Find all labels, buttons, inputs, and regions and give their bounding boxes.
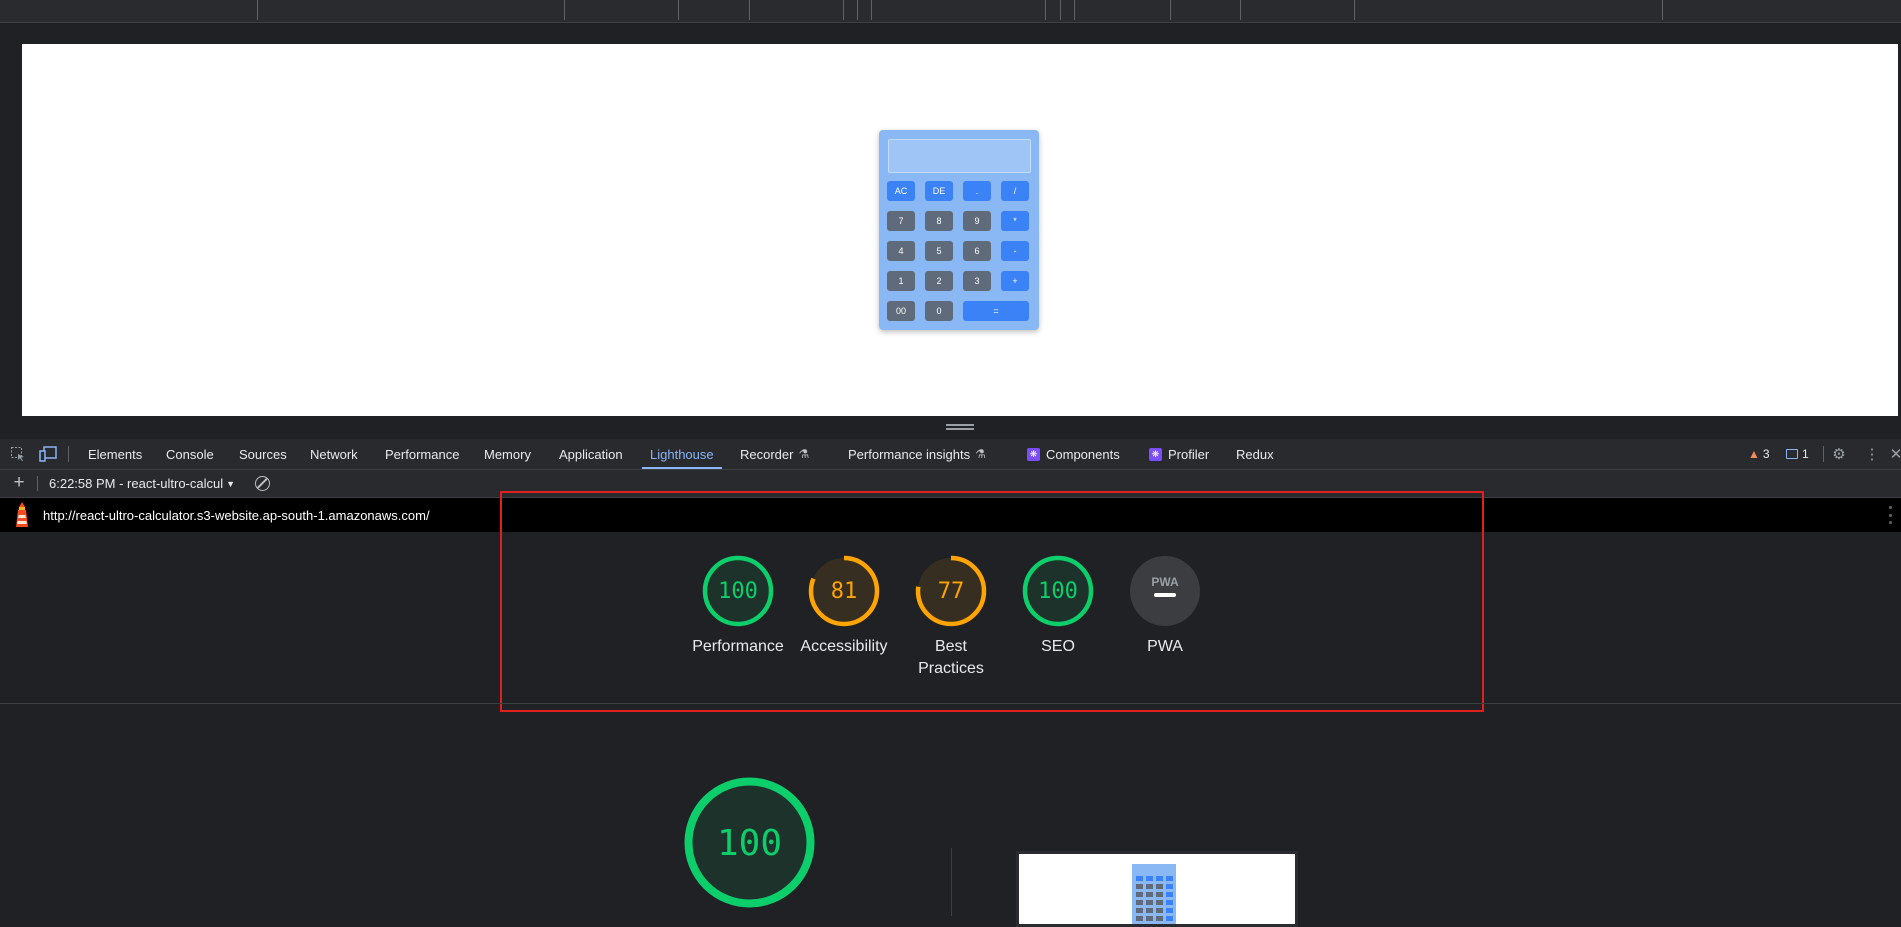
calc-key[interactable]: 00 xyxy=(887,301,915,321)
messages-counter[interactable]: 1 xyxy=(1786,439,1809,469)
thumbnail-key xyxy=(1146,916,1153,921)
tab-application[interactable]: Application xyxy=(559,439,623,469)
ruler-strip xyxy=(0,0,1901,23)
thumbnail-key xyxy=(1136,916,1143,921)
thumbnail-key xyxy=(1146,884,1153,889)
react-icon: ❋ xyxy=(1027,447,1040,461)
thumbnail-key xyxy=(1156,884,1163,889)
calc-key[interactable]: / xyxy=(1001,181,1029,201)
thumbnail-key xyxy=(1166,892,1173,897)
calc-key[interactable]: 1 xyxy=(887,271,915,291)
calc-key[interactable]: 0 xyxy=(925,301,953,321)
message-icon xyxy=(1786,449,1798,459)
tab-redux[interactable]: Redux xyxy=(1236,439,1274,469)
thumbnail-key xyxy=(1146,900,1153,905)
thumbnail-key xyxy=(1136,884,1143,889)
column-divider xyxy=(951,848,952,916)
thumbnail-key xyxy=(1146,876,1153,881)
thumbnail-key xyxy=(1166,916,1173,921)
audited-url-link[interactable]: http://react-ultro-calculator.s3-website… xyxy=(43,498,430,532)
tab-memory[interactable]: Memory xyxy=(484,439,531,469)
react-icon: ❋ xyxy=(1149,447,1162,461)
tab-performance[interactable]: Performance xyxy=(385,439,459,469)
thumbnail-key xyxy=(1156,900,1163,905)
main-score-value: 100 xyxy=(717,823,782,864)
settings-gear-icon[interactable]: ⚙ xyxy=(1829,444,1849,464)
thumbnail-key xyxy=(1146,908,1153,913)
calc-key[interactable]: AC xyxy=(887,181,915,201)
more-options-icon[interactable]: ⋮ xyxy=(1862,444,1882,464)
experiment-flask-icon: ⚗ xyxy=(975,447,986,461)
calc-key[interactable]: 9 xyxy=(963,211,991,231)
tab-recorder[interactable]: Recorder ⚗ xyxy=(740,439,809,469)
tab-components[interactable]: ❋ Components xyxy=(1027,439,1120,469)
thumbnail-key xyxy=(1156,892,1163,897)
page-viewport: AC DE./7 8 9 * 4 5 6-1 2 3 +00 0 = xyxy=(22,44,1898,416)
annotation-highlight-box xyxy=(500,491,1484,712)
thumbnail-key xyxy=(1136,892,1143,897)
calc-key[interactable]: - xyxy=(1001,241,1029,261)
thumbnail-key xyxy=(1166,900,1173,905)
thumbnail-key xyxy=(1136,900,1143,905)
calc-key[interactable]: . xyxy=(963,181,991,201)
tab-sources[interactable]: Sources xyxy=(239,439,287,469)
calc-key[interactable]: 6 xyxy=(963,241,991,261)
report-selector[interactable]: 6:22:58 PM - react-ultro-calcul ▼ xyxy=(49,470,235,497)
thumbnail-key xyxy=(1156,876,1163,881)
calc-key[interactable]: 3 xyxy=(963,271,991,291)
thumbnail-key xyxy=(1166,908,1173,913)
thumbnail-key xyxy=(1136,876,1143,881)
thumbnail-key xyxy=(1156,908,1163,913)
main-performance-gauge[interactable]: 100 xyxy=(682,775,817,910)
warnings-counter[interactable]: ▲ 3 xyxy=(1748,439,1770,469)
thumbnail-key xyxy=(1156,916,1163,921)
dropdown-caret-icon: ▼ xyxy=(226,478,236,489)
device-toolbar-icon[interactable] xyxy=(38,444,58,464)
tab-performance-insights[interactable]: Performance insights ⚗ xyxy=(848,439,986,469)
calc-key[interactable]: 2 xyxy=(925,271,953,291)
drawer-resize-handle[interactable] xyxy=(946,424,974,432)
calculator: AC DE./7 8 9 * 4 5 6-1 2 3 +00 0 = xyxy=(879,130,1039,330)
thumbnail-key xyxy=(1166,884,1173,889)
section-divider xyxy=(0,703,1901,704)
calc-key[interactable]: + xyxy=(1001,271,1029,291)
close-devtools-icon[interactable]: ✕ xyxy=(1886,444,1901,464)
experiment-flask-icon: ⚗ xyxy=(798,447,810,461)
calc-key[interactable]: 4 xyxy=(887,241,915,261)
thumbnail-key xyxy=(1146,892,1153,897)
tab-console[interactable]: Console xyxy=(166,439,214,469)
thumbnail-key xyxy=(1136,908,1143,913)
report-menu-icon[interactable] xyxy=(1889,506,1893,524)
tab-elements[interactable]: Elements xyxy=(88,439,142,469)
devtools-tab-bar: Elements Console Sources Network Perform… xyxy=(0,439,1901,470)
calc-key[interactable]: 5 xyxy=(925,241,953,261)
calc-key[interactable]: * xyxy=(1001,211,1029,231)
calc-key[interactable]: 7 xyxy=(887,211,915,231)
clear-reports-icon[interactable] xyxy=(255,476,270,491)
calculator-display[interactable] xyxy=(888,139,1031,173)
thumbnail-key xyxy=(1166,876,1173,881)
inspect-element-icon[interactable] xyxy=(8,444,28,464)
tab-lighthouse[interactable]: Lighthouse xyxy=(642,439,722,469)
tab-profiler[interactable]: ❋ Profiler xyxy=(1149,439,1209,469)
thumbnail-calculator-image xyxy=(1132,864,1176,924)
calc-key[interactable]: DE xyxy=(925,181,953,201)
lighthouse-logo-icon xyxy=(16,502,28,527)
calc-key[interactable]: = xyxy=(963,301,1029,321)
tab-network[interactable]: Network xyxy=(310,439,358,469)
calc-key[interactable]: 8 xyxy=(925,211,953,231)
warning-icon: ▲ xyxy=(1748,447,1760,461)
new-report-plus-icon[interactable]: + xyxy=(10,472,28,493)
